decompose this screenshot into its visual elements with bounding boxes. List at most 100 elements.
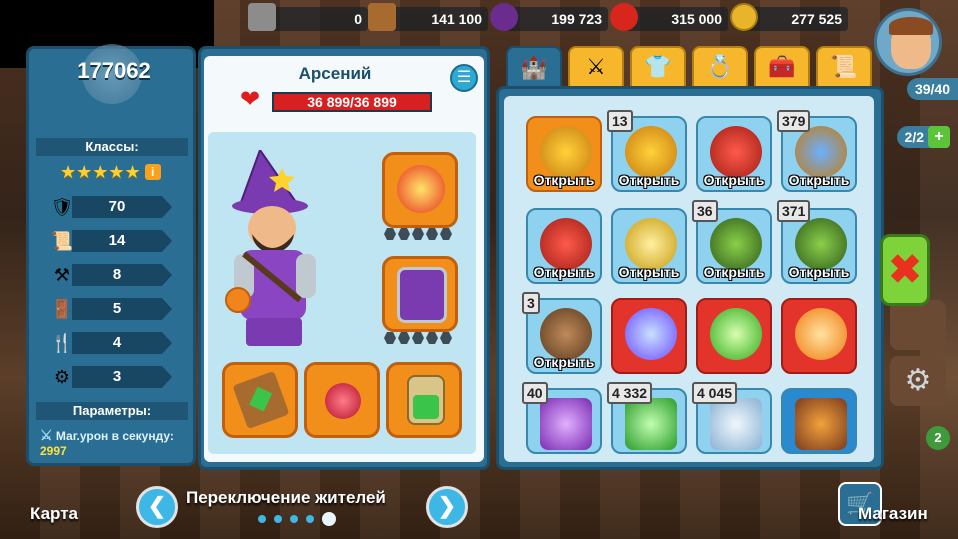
- wooden-chest-icon: [540, 308, 592, 360]
- open-label: Открыть: [703, 264, 765, 280]
- open-label: Открыть: [703, 172, 765, 188]
- pager-dot-active[interactable]: [322, 512, 336, 526]
- next-resident-button[interactable]: ❯: [426, 486, 468, 528]
- equip-slot-emerald-board[interactable]: [222, 362, 298, 438]
- inventory-item-blue-rune[interactable]: [611, 298, 687, 374]
- item-count: 36: [692, 200, 718, 222]
- map-label[interactable]: Карта: [30, 504, 78, 524]
- tab-weapons[interactable]: ⚔: [568, 46, 624, 88]
- param-label: Маг.урон в секунду:: [55, 429, 174, 443]
- tab-clothing[interactable]: 👕: [630, 46, 686, 88]
- blue-crystal-icon: [710, 398, 762, 450]
- item-count: 4 332: [607, 382, 653, 404]
- blue-rune-icon: [625, 308, 677, 360]
- notification-badge[interactable]: 2: [926, 426, 950, 450]
- hp-bar: 36 899/36 899: [272, 92, 432, 112]
- population-counter: 39/40: [906, 78, 958, 100]
- horned-chest-icon: [795, 218, 847, 270]
- armor-scroll-icon: [795, 398, 847, 450]
- resource-coins: 277 525: [744, 7, 848, 31]
- add-builder-button[interactable]: +: [928, 126, 950, 148]
- shop-label[interactable]: Магазин: [858, 504, 928, 524]
- pager-dot[interactable]: [290, 515, 298, 523]
- inventory-item-orange-rune[interactable]: [781, 298, 857, 374]
- magic-dps: ⚔ Маг.урон в секунду: 2997: [40, 428, 190, 459]
- pager-dot[interactable]: [258, 515, 266, 523]
- inventory-item-green-rune[interactable]: [696, 298, 772, 374]
- orange-rune-icon: [795, 308, 847, 360]
- stone-icon: [248, 3, 276, 31]
- tab-jewelry[interactable]: 💍: [692, 46, 748, 88]
- item-count: 40: [522, 382, 548, 404]
- open-label: Открыть: [533, 264, 595, 280]
- ring-icon: 💍: [706, 54, 734, 79]
- chest-icon: 🧰: [768, 54, 796, 79]
- upgrade-slots: [384, 228, 452, 240]
- equip-slot-fire-orb[interactable]: [382, 152, 458, 228]
- player-avatar[interactable]: [874, 8, 942, 76]
- menu-button[interactable]: ☰: [450, 64, 478, 92]
- inventory-item-golden-chest[interactable]: Открыть: [611, 208, 687, 284]
- swords-icon: ⚔: [586, 54, 606, 79]
- pager-dot[interactable]: [274, 515, 282, 523]
- green-rune-icon: [710, 308, 762, 360]
- golden-chest-icon: [625, 218, 677, 270]
- equip-slot-armor[interactable]: [382, 256, 458, 332]
- crown-building-button[interactable]: [890, 300, 946, 350]
- character-name: Арсений: [298, 64, 372, 83]
- heart-icon: ❤: [240, 86, 261, 113]
- fire-orb-icon: [397, 165, 445, 213]
- wizard-character[interactable]: [220, 150, 330, 350]
- tab-chests[interactable]: 🧰: [754, 46, 810, 88]
- equip-slot-berry[interactable]: [304, 362, 380, 438]
- pager-dot[interactable]: [306, 515, 314, 523]
- open-label: Открыть: [618, 172, 680, 188]
- power-score: 177062: [77, 58, 151, 83]
- item-count: 379: [777, 110, 811, 132]
- item-count: 3: [522, 292, 540, 314]
- trident-icon: [795, 126, 847, 178]
- armor-icon: [397, 267, 447, 323]
- open-label: Открыть: [533, 354, 595, 370]
- chevron-left-icon: ❮: [147, 493, 167, 518]
- castle-icon: 🏰: [520, 55, 548, 80]
- inventory-item-apple-basket[interactable]: Открыть: [696, 116, 772, 192]
- inventory-item-armor-scroll[interactable]: [781, 388, 857, 454]
- gear-icon: ⚙: [904, 364, 932, 397]
- eggplant-icon: [490, 3, 518, 31]
- close-button[interactable]: ✖: [880, 234, 930, 306]
- settings-button[interactable]: ⚙: [890, 356, 946, 406]
- open-label: Открыть: [618, 264, 680, 280]
- avatar-hair: [889, 17, 933, 35]
- emerald-board-icon: [232, 370, 290, 430]
- equip-slot-jar[interactable]: [386, 362, 462, 438]
- inventory-item-pineapple-basket[interactable]: Открыть: [526, 116, 602, 192]
- stat-row-smith: ⚙ 3: [48, 364, 178, 390]
- inventory-item-apple-basket-2[interactable]: Открыть: [526, 208, 602, 284]
- resource-wood: 141 100: [384, 7, 488, 31]
- info-icon[interactable]: i: [144, 164, 161, 180]
- item-count: 371: [777, 200, 811, 222]
- tab-potions[interactable]: 📜: [816, 46, 872, 88]
- stat-row-defense: 🛡 70: [48, 194, 178, 220]
- jar-icon: [407, 375, 445, 425]
- apple-basket-icon: [540, 218, 592, 270]
- prev-resident-button[interactable]: ❮: [136, 486, 178, 528]
- builders-counter: 2/2: [896, 126, 932, 148]
- params-title: Параметры:: [36, 402, 188, 420]
- resource-eggplant: 199 723: [504, 7, 608, 31]
- pineapple-icon: [540, 126, 592, 178]
- stat-value: 4: [112, 334, 122, 351]
- stat-value: 8: [112, 266, 122, 283]
- stat-value: 3: [112, 368, 122, 385]
- coin-icon: [730, 3, 758, 31]
- purple-crystal-icon: [540, 398, 592, 450]
- scroll-icon: 📜: [830, 54, 858, 79]
- sword-icon: ⚔: [40, 427, 53, 443]
- apple-basket-icon: [710, 126, 762, 178]
- resource-apple: 315 000: [624, 7, 728, 31]
- param-value: 2997: [40, 444, 67, 458]
- shirt-icon: 👕: [644, 54, 672, 79]
- stars-icon: ★★★★★: [60, 162, 141, 182]
- tab-castle[interactable]: 🏰: [506, 46, 562, 90]
